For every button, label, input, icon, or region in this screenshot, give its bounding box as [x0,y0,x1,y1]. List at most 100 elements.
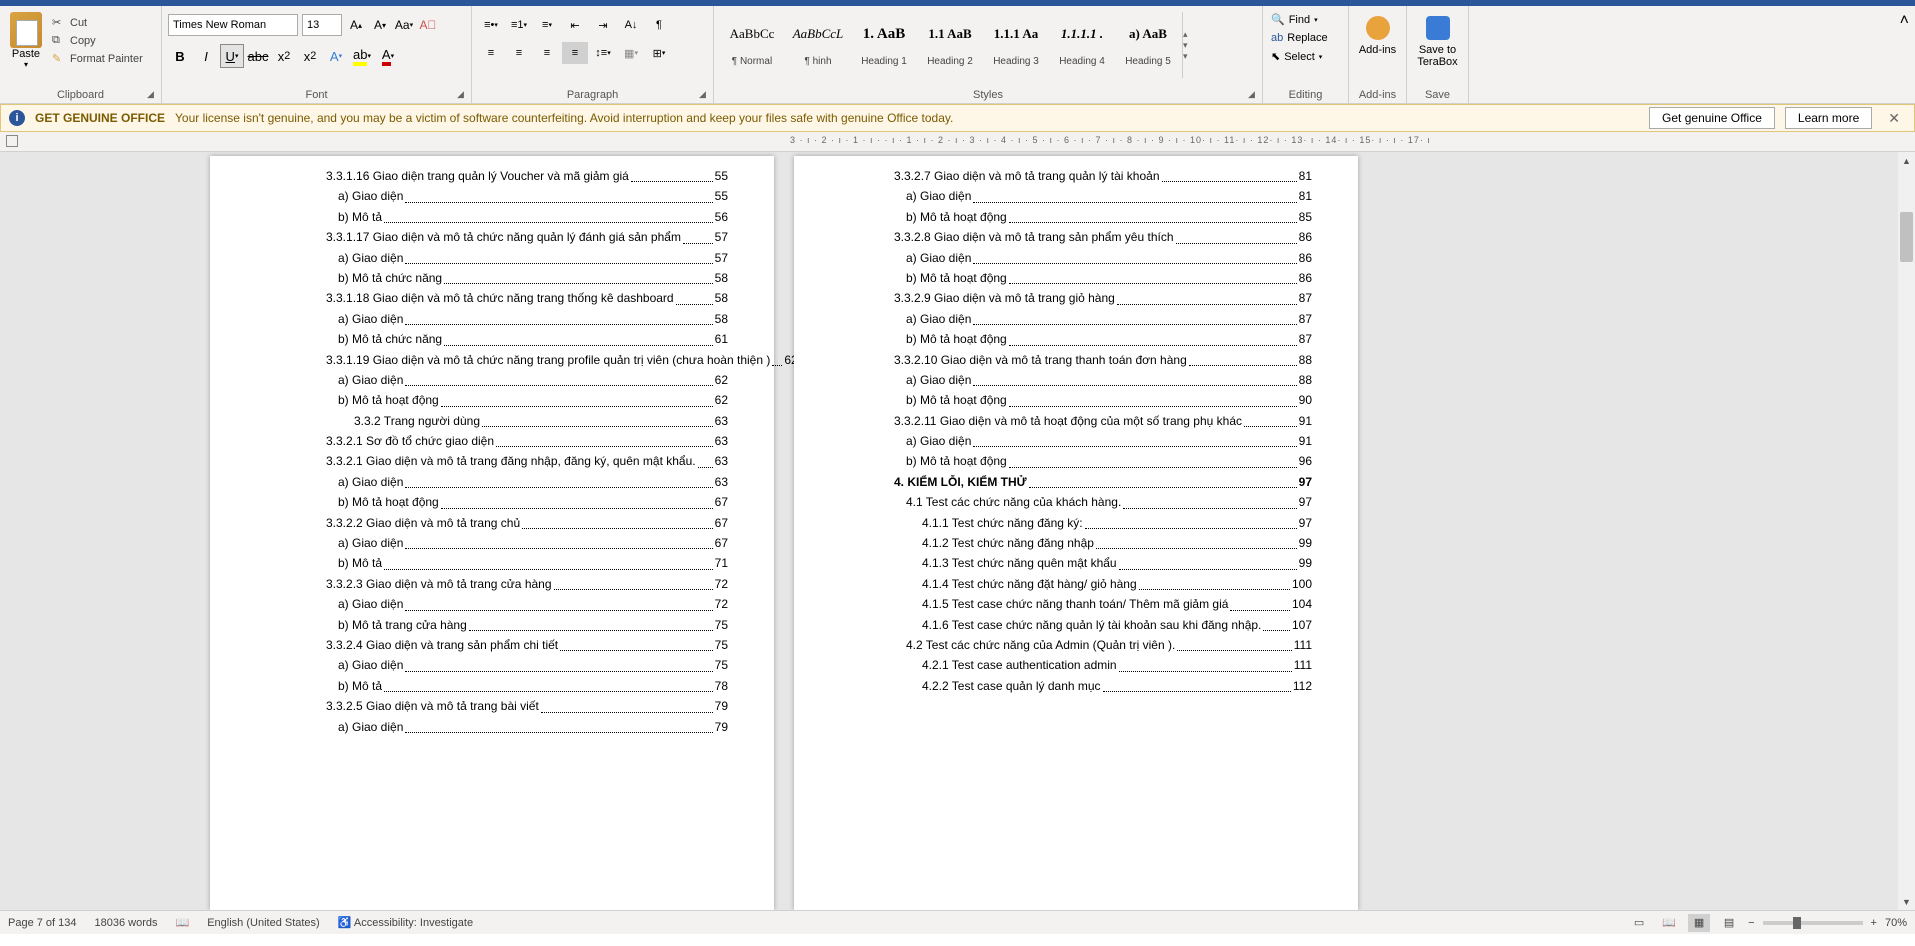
toc-line[interactable]: 4.2.1 Test case authentication admin111 [894,655,1312,675]
toc-line[interactable]: 3.3.1.17 Giao diện và mô tả chức năng qu… [326,227,728,247]
toc-line[interactable]: b) Mô tả78 [326,676,728,696]
toc-line[interactable]: 3.3.2.4 Giao diện và trang sản phẩm chi … [326,635,728,655]
toc-line[interactable]: a) Giao diện87 [894,309,1312,329]
clipboard-dialog-launcher[interactable]: ◢ [147,89,157,99]
clear-format-button[interactable]: A⃠ [418,15,438,35]
bullets-button[interactable]: ≡•▾ [478,14,504,36]
toc-line[interactable]: 3.3.2 Trang người dùng63 [326,411,728,431]
style-item-5[interactable]: 1.1.1.1 .Heading 4 [1050,12,1114,78]
banner-close-button[interactable]: ✕ [1882,110,1906,127]
focus-mode-button[interactable]: ▭ [1628,914,1650,932]
zoom-slider[interactable] [1763,921,1863,925]
line-spacing-button[interactable]: ↕≡▾ [590,42,616,64]
style-item-3[interactable]: 1.1 AaBHeading 2 [918,12,982,78]
align-center-button[interactable]: ≡ [506,42,532,64]
toc-line[interactable]: 3.3.2.9 Giao diện và mô tả trang giỏ hàn… [894,288,1312,308]
toc-line[interactable]: 3.3.2.5 Giao diện và mô tả trang bài viế… [326,696,728,716]
align-right-button[interactable]: ≡ [534,42,560,64]
show-marks-button[interactable]: ¶ [646,14,672,36]
numbering-button[interactable]: ≡1▾ [506,14,532,36]
multilevel-button[interactable]: ≡▾ [534,14,560,36]
accessibility-indicator[interactable]: ♿ Accessibility: Investigate [338,916,473,929]
styles-gallery[interactable]: AaBbCc¶ NormalAaBbCcL¶ hinh1. AaBHeading… [720,8,1256,78]
vertical-scrollbar[interactable]: ▲ ▼ [1898,152,1915,910]
select-button[interactable]: ⬉Select▾ [1269,47,1342,66]
zoom-in-button[interactable]: + [1871,917,1877,929]
toc-line[interactable]: b) Mô tả hoạt động62 [326,390,728,410]
web-layout-button[interactable]: ▤ [1718,914,1740,932]
toc-line[interactable]: 3.3.2.10 Giao diện và mô tả trang thanh … [894,350,1312,370]
toc-line[interactable]: 4.1.2 Test chức năng đăng nhập99 [894,533,1312,553]
styles-more-button[interactable]: ▴▾▾ [1182,12,1196,78]
italic-button[interactable]: I [194,44,218,68]
toc-line[interactable]: a) Giao diện58 [326,309,728,329]
style-item-6[interactable]: a) AaBHeading 5 [1116,12,1180,78]
toc-line[interactable]: 3.3.2.1 Sơ đồ tổ chức giao diện63 [326,431,728,451]
toc-line[interactable]: 3.3.1.16 Giao diện trang quản lý Voucher… [326,166,728,186]
toc-line[interactable]: 4.1.1 Test chức năng đăng ký:97 [894,513,1312,533]
scroll-up-button[interactable]: ▲ [1898,152,1915,169]
styles-dialog-launcher[interactable]: ◢ [1248,89,1258,99]
bold-button[interactable]: B [168,44,192,68]
superscript-button[interactable]: x2 [298,44,322,68]
toc-line[interactable]: b) Mô tả chức năng58 [326,268,728,288]
style-item-4[interactable]: 1.1.1 AaHeading 3 [984,12,1048,78]
copy-button[interactable]: ⧉Copy [52,32,143,50]
zoom-slider-thumb[interactable] [1793,917,1801,929]
toc-line[interactable]: a) Giao diện57 [326,248,728,268]
toc-line[interactable]: 4. KIỂM LỖI, KIỂM THỬ97 [894,472,1312,492]
shading-button[interactable]: ▦▾ [618,42,644,64]
paste-button[interactable]: Paste ▾ [6,8,46,69]
print-layout-button[interactable]: ▦ [1688,914,1710,932]
toc-line[interactable]: 4.1 Test các chức năng của khách hàng.97 [894,492,1312,512]
scroll-down-button[interactable]: ▼ [1898,893,1915,910]
toc-line[interactable]: b) Mô tả hoạt động67 [326,492,728,512]
toc-line[interactable]: a) Giao diện86 [894,248,1312,268]
toc-line[interactable]: b) Mô tả71 [326,553,728,573]
text-effects-button[interactable]: A▾ [324,44,348,68]
ribbon-collapse-button[interactable]: ˄ [1894,6,1915,103]
toc-line[interactable]: b) Mô tả56 [326,207,728,227]
toc-line[interactable]: a) Giao diện88 [894,370,1312,390]
toc-line[interactable]: 3.3.2.2 Giao diện và mô tả trang chủ67 [326,513,728,533]
toc-line[interactable]: b) Mô tả chức năng61 [326,329,728,349]
scroll-thumb[interactable] [1900,212,1913,262]
toc-line[interactable]: 3.3.2.8 Giao diện và mô tả trang sản phẩ… [894,227,1312,247]
toc-line[interactable]: 4.1.3 Test chức năng quên mật khẩu99 [894,553,1312,573]
toc-line[interactable]: b) Mô tả hoạt động90 [894,390,1312,410]
get-genuine-button[interactable]: Get genuine Office [1649,107,1775,129]
toc-line[interactable]: 3.3.2.11 Giao diện và mô tả hoạt động củ… [894,411,1312,431]
grow-font-button[interactable]: A▴ [346,15,366,35]
toc-line[interactable]: 3.3.1.18 Giao diện và mô tả chức năng tr… [326,288,728,308]
word-count[interactable]: 18036 words [95,917,158,929]
toc-line[interactable]: 3.3.2.7 Giao diện và mô tả trang quản lý… [894,166,1312,186]
justify-button[interactable]: ≡ [562,42,588,64]
spell-check-icon[interactable]: 📖 [176,916,190,929]
paragraph-dialog-launcher[interactable]: ◢ [699,89,709,99]
toc-line[interactable]: a) Giao diện62 [326,370,728,390]
toc-line[interactable]: a) Giao diện63 [326,472,728,492]
font-dialog-launcher[interactable]: ◢ [457,89,467,99]
toc-line[interactable]: b) Mô tả trang cửa hàng75 [326,615,728,635]
language-indicator[interactable]: English (United States) [207,917,320,929]
style-item-1[interactable]: AaBbCcL¶ hinh [786,12,850,78]
toc-line[interactable]: b) Mô tả hoạt động86 [894,268,1312,288]
toc-line[interactable]: 3.3.2.3 Giao diện và mô tả trang cửa hàn… [326,574,728,594]
toc-line[interactable]: 4.2 Test các chức năng của Admin (Quản t… [894,635,1312,655]
toc-line[interactable]: a) Giao diện72 [326,594,728,614]
read-mode-button[interactable]: 📖 [1658,914,1680,932]
toc-line[interactable]: a) Giao diện81 [894,186,1312,206]
toc-line[interactable]: 4.1.6 Test case chức năng quản lý tài kh… [894,615,1312,635]
format-painter-button[interactable]: ✎Format Painter [52,50,143,68]
toc-line[interactable]: b) Mô tả hoạt động96 [894,451,1312,471]
toc-line[interactable]: a) Giao diện79 [326,717,728,737]
toc-line[interactable]: 4.2.2 Test case quản lý danh mục112 [894,676,1312,696]
align-left-button[interactable]: ≡ [478,42,504,64]
shrink-font-button[interactable]: A▾ [370,15,390,35]
find-button[interactable]: 🔍Find▾ [1269,10,1342,29]
replace-button[interactable]: abReplace [1269,29,1342,47]
font-color-button[interactable]: A▾ [376,44,400,68]
page-left[interactable]: 3.3.1.16 Giao diện trang quản lý Voucher… [210,156,774,910]
style-item-2[interactable]: 1. AaBHeading 1 [852,12,916,78]
toc-line[interactable]: a) Giao diện55 [326,186,728,206]
